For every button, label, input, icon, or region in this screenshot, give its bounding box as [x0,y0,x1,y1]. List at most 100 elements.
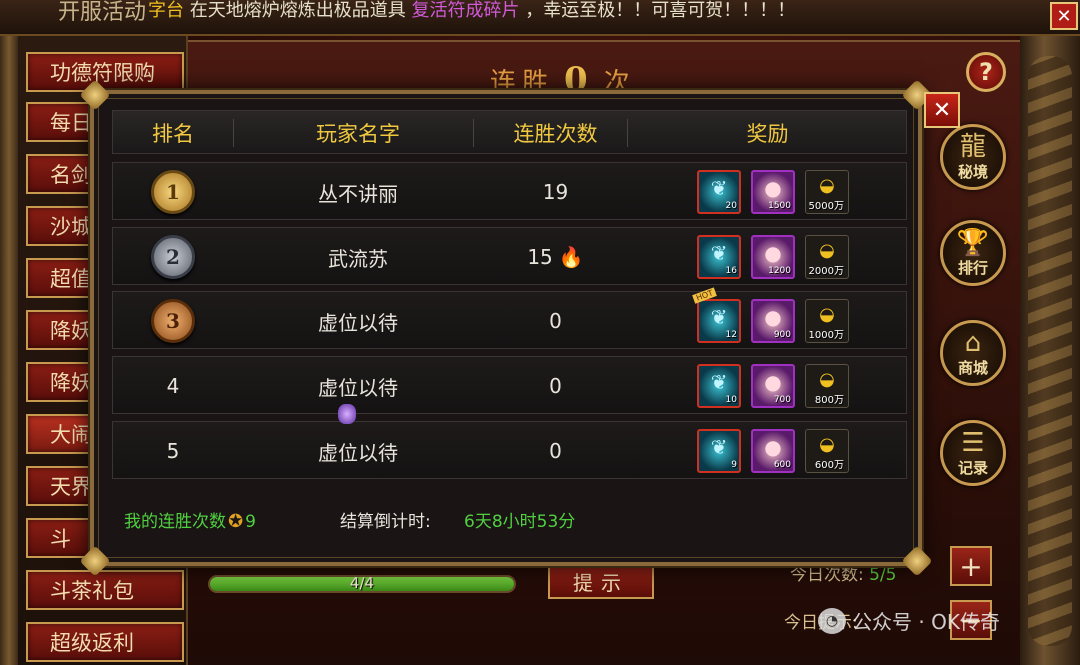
rank-cell: 1 [113,163,233,221]
progress-label: 4/4 [349,574,375,592]
marquee-text-end: ，幸运至极！！可喜可贺！！！！ [525,0,796,21]
header-reward: 奖励 [746,122,789,146]
record-label: 记录 [957,458,988,477]
modal-close-button[interactable]: ✕ [924,92,960,128]
peach-icon: ● [764,305,782,329]
countdown-value: 6天8小时53分 [464,512,576,532]
spirit-qty: 16 [725,266,737,276]
peach-qty: 600 [773,460,791,470]
spirit-qty: 10 [725,395,737,405]
today-count-value: 5/5 [869,565,897,585]
spirit-reward[interactable]: HOT ❦ 12 [692,287,741,343]
header-player: 玩家名字 [316,122,400,146]
table-header: 排名 玩家名字 连胜次数 奖励 [112,110,907,154]
peach-icon: ● [764,176,782,200]
spirit-reward[interactable]: ❦ 10 [697,364,741,408]
menu-item-0[interactable]: 功德符限购 [26,52,184,92]
reward-items: ❦ 20 ● 1500 ◒ 5000万 [697,170,897,214]
my-streak-value: 9 [245,512,256,532]
header-rank: 排名 [152,122,194,146]
player-name: 虚位以待 [318,310,398,335]
streak-count: 0 [549,439,562,463]
gold-ingot-icon: ◒ [819,175,835,196]
shop-button[interactable]: ⌂ 商城 [940,320,1006,386]
spirit-icon: ❦ [710,370,728,394]
peach-qty: 1500 [768,201,791,211]
watermark-text: 公众号 · OK传奇 [852,610,1000,634]
reward-items: ❦ 9 ● 600 ◒ 600万 [697,429,897,473]
rank-medal-icon: 2 [151,235,195,279]
gold-reward[interactable]: ◒ 5000万 [805,170,849,214]
ranking-icon: 🏆 [956,227,990,258]
left-frame [0,36,18,665]
tip-button[interactable]: 提示 [548,563,654,599]
gem-cursor-icon [338,404,356,424]
header-streak: 连胜次数 [513,122,598,146]
peach-qty: 900 [773,330,791,340]
rank-cell: 5 [113,422,233,480]
rank-number: 5 [166,439,180,463]
right-frame [1020,36,1080,665]
flame-icon: 🔥 [558,245,584,269]
reward-items: HOT ❦ 12 ● 900 ◒ 1000万 [692,287,897,343]
gold-ingot-icon: ◒ [819,240,835,261]
streak-count: 0 [549,309,562,333]
menu-item-10[interactable]: 斗茶礼包 [26,570,184,610]
table-row: 1 丛不讲丽 19 ❦ 20 ● 1500 ◒ 5000万 [112,162,907,220]
watermark: ◔ 公众号 · OK传奇 [818,606,1000,635]
window-close-button[interactable]: ✕ [1050,2,1078,30]
player-name: 丛不讲丽 [318,181,398,206]
ranking-button[interactable]: 🏆 排行 [940,220,1006,286]
countdown-label: 结算倒计时: [340,512,431,532]
marquee-item: 复活符成碎片 [411,0,520,21]
record-icon: ☰ [961,427,985,458]
spirit-icon: ❦ [710,305,728,329]
menu-item-11[interactable]: 超级返利 [26,622,184,662]
record-button[interactable]: ☰ 记录 [940,420,1006,486]
streak-cell: 0 [473,422,638,480]
table-row: 4 虚位以待 0 ❦ 10 ● 700 ◒ 800万 [112,356,907,414]
peach-reward[interactable]: ● 1200 [751,235,795,279]
today-count-label: 今日次数: [790,565,864,585]
wechat-icon: ◔ [818,607,846,634]
table-footer: 我的连胜次数 ✪ 9 结算倒计时: 6天8小时53分 [112,495,907,539]
gold-ingot-icon: ◒ [819,434,835,455]
peach-reward[interactable]: ● 600 [751,429,795,473]
gold-qty: 800万 [814,395,844,406]
marquee-player: 字台 [148,0,184,21]
help-button[interactable]: ? [966,52,1006,92]
gold-qty: 2000万 [808,266,844,277]
marquee-text: 在天地熔炉熔炼出极品道具 [189,0,406,21]
streak-cell: 15 🔥 [473,228,638,286]
streak-count: 0 [549,374,562,398]
secret-realm-button[interactable]: 龍秘境 [940,124,1006,190]
event-title: 开服活动 [58,0,147,25]
peach-reward[interactable]: ● 900 [751,299,795,343]
streak-count: 19 [542,180,569,204]
ranking-label: 排行 [957,258,988,277]
peach-reward[interactable]: ● 1500 [751,170,795,214]
spirit-icon: ❦ [710,435,728,459]
streak-cell: 0 [473,292,638,350]
plus-button[interactable]: + [950,546,992,586]
gold-reward[interactable]: ◒ 2000万 [805,235,849,279]
gold-qty: 1000万 [808,330,844,341]
spirit-qty: 9 [731,460,737,470]
spirit-reward[interactable]: ❦ 20 [697,170,741,214]
announcement-marquee: 字台 在天地熔炉熔炼出极品道具 复活符成碎片 ，幸运至极！！可喜可贺！！！！ [148,0,795,22]
peach-reward[interactable]: ● 700 [751,364,795,408]
rank-medal-icon: 1 [151,170,195,214]
spirit-reward[interactable]: ❦ 16 [697,235,741,279]
my-streak-label: 我的连胜次数 [124,512,226,532]
spirit-qty: 20 [725,201,737,211]
gold-reward[interactable]: ◒ 1000万 [805,299,849,343]
rank-number: 4 [166,374,180,398]
spirit-reward[interactable]: ❦ 9 [697,429,741,473]
peach-icon: ● [764,435,782,459]
reward-items: ❦ 10 ● 700 ◒ 800万 [697,364,897,408]
gold-reward[interactable]: ◒ 800万 [805,364,849,408]
gold-reward[interactable]: ◒ 600万 [805,429,849,473]
secret-realm-label: 秘境 [957,162,988,181]
table-row: 5 虚位以待 0 ❦ 9 ● 600 ◒ 600万 [112,421,907,479]
player-name: 虚位以待 [318,440,398,465]
